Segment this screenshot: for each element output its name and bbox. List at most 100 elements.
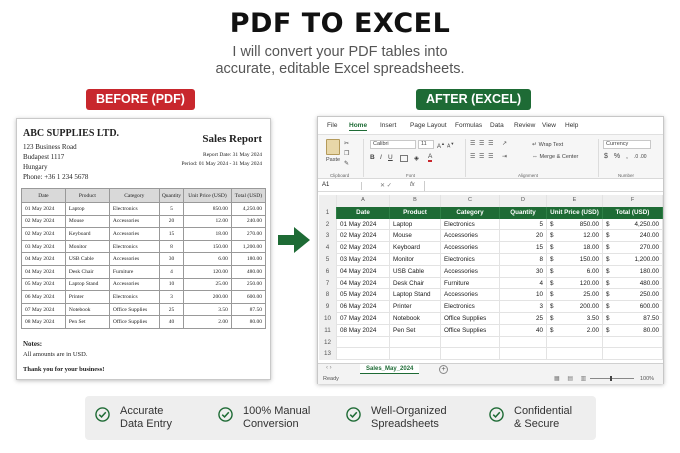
cell-unit-price[interactable]: $120.00 — [547, 277, 603, 290]
cell-unit-price[interactable]: $6.00 — [547, 265, 603, 278]
add-sheet-icon[interactable]: + — [439, 365, 448, 374]
cell-category[interactable]: Electronics — [441, 301, 500, 313]
empty-cell[interactable] — [603, 348, 663, 361]
cell-category[interactable]: Accessories — [441, 265, 500, 278]
row-number[interactable]: 6 — [319, 265, 337, 278]
menu-insert[interactable]: Insert — [380, 122, 396, 129]
select-all-corner[interactable] — [319, 195, 337, 207]
cell-category[interactable]: Accessories — [441, 230, 500, 243]
wrap-text-button[interactable]: ↵ Wrap Text — [532, 141, 563, 148]
row-number[interactable]: 13 — [319, 348, 337, 361]
cell-product[interactable]: Notebook — [390, 313, 441, 325]
font-size-select[interactable]: 11 — [418, 140, 434, 149]
indent-icon[interactable]: ⇥ — [502, 153, 507, 160]
excel-header-cell[interactable]: Unit Price (USD) — [547, 206, 603, 219]
empty-cell[interactable] — [337, 336, 390, 349]
cell-quantity[interactable]: 8 — [500, 254, 547, 266]
cell-category[interactable]: Electronics — [441, 254, 500, 266]
zoom-slider[interactable] — [590, 378, 634, 379]
empty-cell[interactable] — [390, 336, 441, 349]
cell-quantity[interactable]: 4 — [500, 277, 547, 290]
row-number[interactable]: 2 — [319, 218, 337, 231]
merge-center-button[interactable]: ⇔ Merge & Center — [532, 154, 578, 160]
column-letter[interactable]: E — [547, 195, 603, 207]
font-grow-icon[interactable]: A▲ — [437, 141, 445, 150]
cell-product[interactable]: Desk Chair — [390, 277, 441, 290]
formula-input[interactable] — [424, 181, 662, 191]
cell-total[interactable]: $80.00 — [603, 324, 663, 337]
cell-quantity[interactable]: 30 — [500, 265, 547, 278]
cell-category[interactable]: Accessories — [441, 242, 500, 254]
cell-category[interactable]: Office Supplies — [441, 313, 500, 325]
font-name-select[interactable]: Calibri — [370, 140, 416, 149]
format-painter-icon[interactable]: ✎ — [344, 160, 349, 167]
menu-review[interactable]: Review — [514, 122, 535, 129]
font-shrink-icon[interactable]: A▼ — [447, 141, 454, 150]
row-number[interactable]: 1 — [319, 206, 337, 219]
row-number[interactable]: 5 — [319, 254, 337, 266]
cell-quantity[interactable]: 25 — [500, 313, 547, 325]
excel-header-cell[interactable]: Date — [337, 206, 390, 219]
cell-category[interactable]: Office Supplies — [441, 324, 500, 337]
italic-icon[interactable]: I — [380, 154, 382, 161]
column-letter[interactable]: D — [500, 195, 547, 207]
row-number[interactable]: 4 — [319, 242, 337, 254]
row-number[interactable]: 9 — [319, 301, 337, 313]
cell-total[interactable]: $240.00 — [603, 230, 663, 243]
cell-total[interactable]: $250.00 — [603, 289, 663, 302]
cell-total[interactable]: $270.00 — [603, 242, 663, 254]
row-number[interactable]: 11 — [319, 324, 337, 337]
bold-icon[interactable]: B — [370, 154, 375, 161]
empty-cell[interactable] — [441, 348, 500, 361]
paste-icon[interactable] — [326, 139, 340, 155]
cut-icon[interactable]: ✂ — [344, 140, 349, 147]
number-format-icons[interactable]: $ % , — [604, 153, 630, 160]
cell-date[interactable]: 02 May 2024 — [337, 230, 390, 243]
row-number[interactable]: 3 — [319, 230, 337, 243]
cell-quantity[interactable]: 10 — [500, 289, 547, 302]
row-number[interactable]: 8 — [319, 289, 337, 302]
cell-product[interactable]: Laptop — [390, 218, 441, 231]
borders-icon[interactable] — [400, 155, 408, 162]
cell-quantity[interactable]: 15 — [500, 242, 547, 254]
name-box[interactable]: A1 — [322, 182, 362, 190]
cell-date[interactable]: 06 May 2024 — [337, 301, 390, 313]
cell-product[interactable]: Keyboard — [390, 242, 441, 254]
cell-product[interactable]: Mouse — [390, 230, 441, 243]
view-mode-icons[interactable]: ▦ ▤ ▥ — [554, 375, 589, 382]
paste-button[interactable]: Paste — [326, 157, 340, 163]
menu-file[interactable]: File — [327, 122, 337, 129]
cell-quantity[interactable]: 20 — [500, 230, 547, 243]
cell-product[interactable]: Pen Set — [390, 324, 441, 337]
zoom-slider-thumb[interactable] — [610, 376, 612, 381]
cell-date[interactable]: 04 May 2024 — [337, 277, 390, 290]
cell-unit-price[interactable]: $25.00 — [547, 289, 603, 302]
cell-date[interactable]: 07 May 2024 — [337, 313, 390, 325]
cell-product[interactable]: Printer — [390, 301, 441, 313]
excel-header-cell[interactable]: Product — [390, 206, 441, 219]
column-letter[interactable]: C — [441, 195, 500, 207]
empty-cell[interactable] — [441, 336, 500, 349]
underline-icon[interactable]: U — [388, 154, 393, 161]
orientation-icon[interactable]: ↗ — [502, 140, 507, 147]
empty-cell[interactable] — [500, 336, 547, 349]
excel-header-cell[interactable]: Total (USD) — [603, 206, 663, 219]
menu-home[interactable]: Home — [349, 122, 368, 131]
cell-product[interactable]: USB Cable — [390, 265, 441, 278]
cell-unit-price[interactable]: $150.00 — [547, 254, 603, 266]
cell-product[interactable]: Laptop Stand — [390, 289, 441, 302]
cell-total[interactable]: $4,250.00 — [603, 218, 663, 231]
fx-icon[interactable]: fx — [410, 182, 415, 188]
cell-date[interactable]: 04 May 2024 — [337, 265, 390, 278]
empty-cell[interactable] — [603, 336, 663, 349]
cell-unit-price[interactable]: $18.00 — [547, 242, 603, 254]
cell-category[interactable]: Furniture — [441, 277, 500, 290]
menu-help[interactable]: Help — [565, 122, 578, 129]
cell-quantity[interactable]: 3 — [500, 301, 547, 313]
empty-cell[interactable] — [500, 348, 547, 361]
cell-product[interactable]: Monitor — [390, 254, 441, 266]
font-color-icon[interactable]: A — [428, 153, 433, 162]
empty-cell[interactable] — [390, 348, 441, 361]
align-left-icons[interactable]: ☰ ☰ ☰ — [470, 153, 494, 160]
decimal-icons[interactable]: .0 .00 — [634, 154, 647, 160]
